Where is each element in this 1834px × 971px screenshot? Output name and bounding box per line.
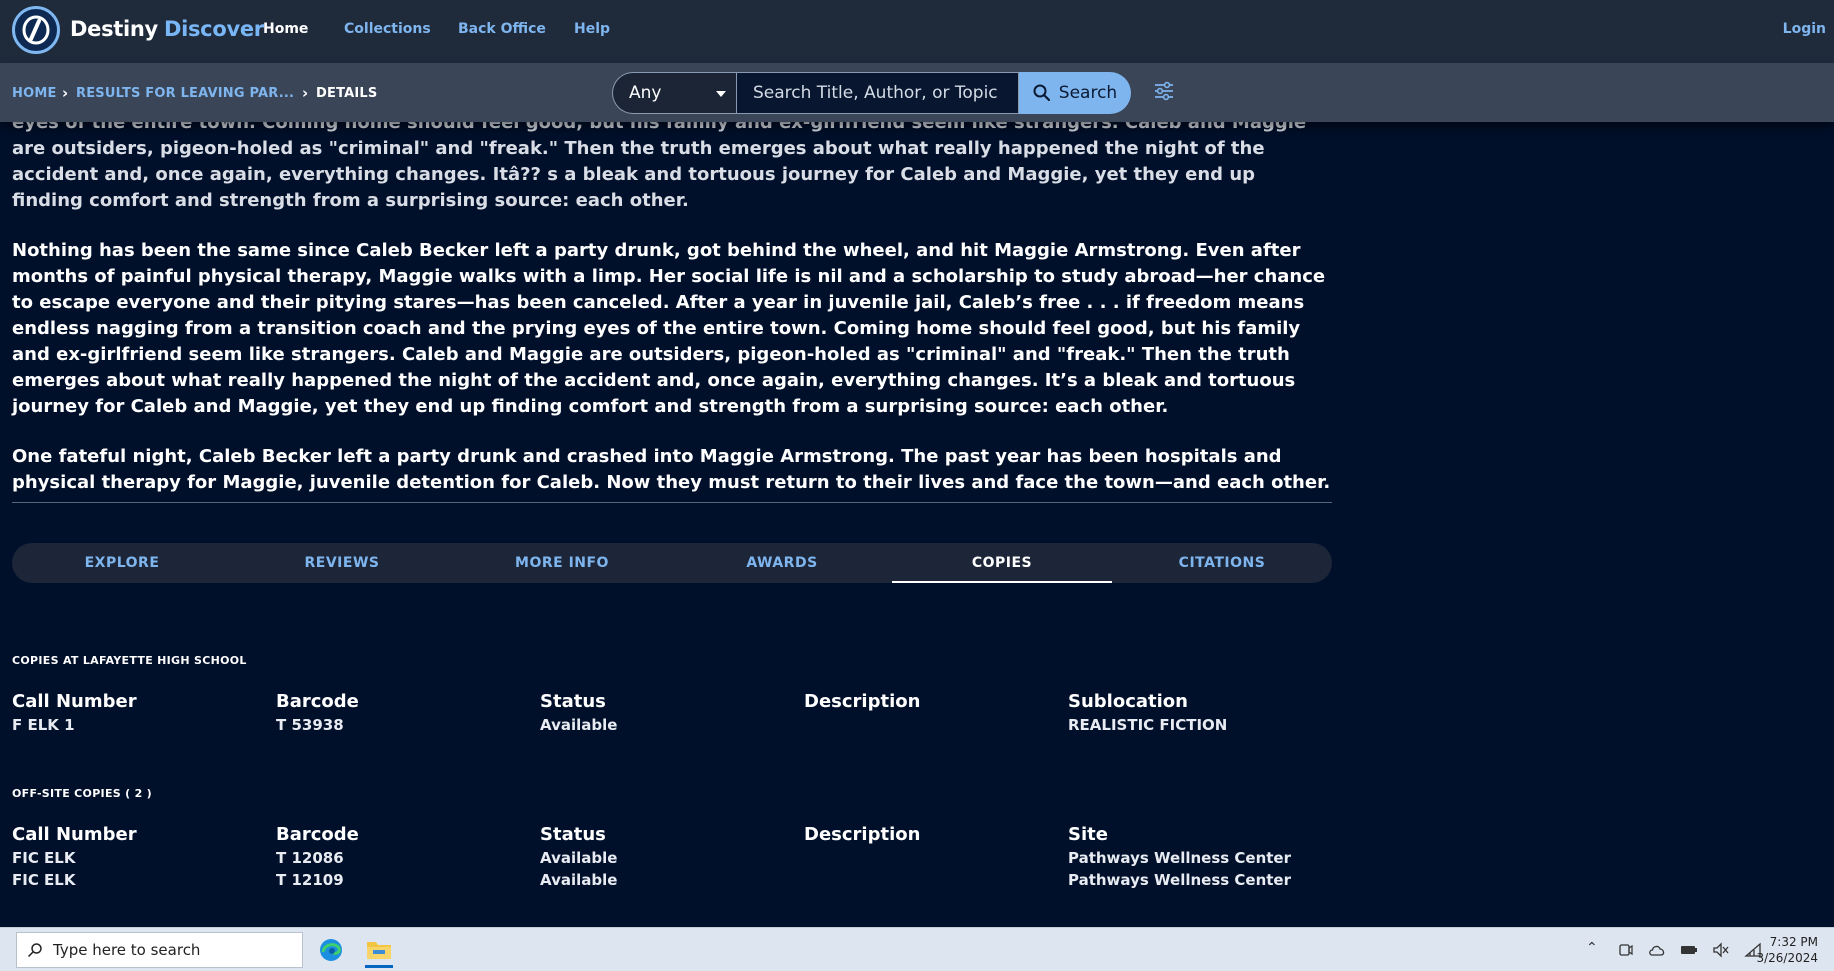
site-cell: Pathways Wellness Center	[1068, 871, 1292, 889]
tab-citations[interactable]: CITATIONS	[1112, 543, 1332, 583]
column-header: Description	[804, 824, 921, 845]
summary-section: eyes of the entire town. Coming home sho…	[12, 110, 1332, 520]
offsite-copies-heading: OFF-SITE COPIES ( 2 )	[12, 787, 152, 800]
tab-explore[interactable]: EXPLORE	[12, 543, 232, 583]
edge-browser-icon[interactable]	[311, 932, 351, 968]
summary-paragraph: Nothing has been the same since Caleb Be…	[12, 240, 1326, 417]
nav-help-link[interactable]: Help	[574, 21, 610, 37]
chevron-up-icon[interactable]: ⌃	[1586, 940, 1598, 956]
column-header: Description	[804, 691, 921, 712]
summary-paragraph: eyes of the entire town. Coming home sho…	[12, 112, 1307, 211]
system-clock[interactable]: 7:32 PM 3/26/2024	[1756, 934, 1818, 966]
search-icon	[27, 943, 42, 958]
call-number-cell: FIC ELK	[12, 871, 76, 889]
search-button-label: Search	[1058, 83, 1118, 103]
column-header: Call Number	[12, 691, 137, 712]
tab-reviews[interactable]: REVIEWS	[232, 543, 452, 583]
meet-now-icon[interactable]	[1618, 942, 1634, 958]
status-cell: Available	[540, 871, 618, 889]
section-divider	[12, 502, 1332, 503]
column-header: Status	[540, 691, 606, 712]
status-cell: Available	[540, 849, 618, 867]
login-link[interactable]: Login	[1783, 21, 1826, 37]
column-header: Sublocation	[1068, 691, 1188, 712]
battery-icon[interactable]	[1680, 942, 1698, 958]
breadcrumb-current: DETAILS	[316, 86, 378, 101]
nav-back-office-link[interactable]: Back Office	[458, 21, 546, 37]
search-bar: Any Search	[612, 72, 1131, 114]
column-header: Barcode	[276, 824, 359, 845]
breadcrumb-results[interactable]: RESULTS FOR LEAVING PAR...	[76, 86, 294, 101]
call-number-cell: F ELK 1	[12, 716, 75, 734]
summary-paragraph: One fateful night, Caleb Becker left a p…	[12, 446, 1331, 493]
clock-date: 3/26/2024	[1756, 951, 1818, 965]
barcode-cell: T 12086	[276, 849, 344, 867]
column-header: Barcode	[276, 691, 359, 712]
search-icon	[1033, 84, 1050, 102]
breadcrumb-search-bar: HOME › RESULTS FOR LEAVING PAR... › DETA…	[0, 63, 1834, 122]
chevron-right-icon: ›	[62, 84, 69, 102]
volume-muted-icon[interactable]	[1712, 942, 1730, 958]
tab-more-info[interactable]: MORE INFO	[452, 543, 672, 583]
tab-awards[interactable]: AWARDS	[672, 543, 892, 583]
brand-accent: Discover	[163, 17, 264, 41]
taskbar-search-box[interactable]: Type here to search	[16, 932, 303, 968]
site-cell: Pathways Wellness Center	[1068, 849, 1292, 867]
file-explorer-icon[interactable]	[359, 932, 399, 968]
column-header: Site	[1068, 824, 1108, 845]
barcode-cell: T 53938	[276, 716, 344, 734]
breadcrumb-home[interactable]: HOME	[12, 86, 57, 101]
chevron-right-icon: ›	[302, 84, 309, 102]
nav-collections-link[interactable]: Collections	[344, 21, 431, 37]
clock-time: 7:32 PM	[1769, 935, 1818, 949]
onedrive-icon[interactable]	[1648, 942, 1666, 958]
sublocation-cell: REALISTIC FICTION	[1068, 716, 1228, 734]
local-copies-heading: COPIES AT LAFAYETTE HIGH SCHOOL	[12, 654, 247, 667]
brand-title[interactable]: Destiny Discover	[70, 17, 264, 41]
status-cell: Available	[540, 716, 618, 734]
nav-home-link[interactable]: Home	[263, 21, 308, 37]
search-scope-select[interactable]: Any	[612, 72, 736, 114]
top-nav: Destiny Discover Home Collections Back Of…	[0, 0, 1834, 63]
windows-taskbar: Type here to search ⌃ 7:32 PM 3/26/2024	[0, 927, 1834, 971]
taskbar-search-placeholder: Type here to search	[53, 941, 201, 959]
call-number-cell: FIC ELK	[12, 849, 76, 867]
search-scope-value: Any	[629, 83, 662, 103]
brand-main: Destiny	[70, 17, 158, 41]
search-input[interactable]	[736, 72, 1019, 114]
advanced-filter-icon[interactable]	[1152, 79, 1176, 103]
caret-down-icon	[716, 91, 726, 97]
column-header: Call Number	[12, 824, 137, 845]
barcode-cell: T 12109	[276, 871, 344, 889]
destiny-logo-icon[interactable]	[12, 6, 60, 54]
details-tabs: EXPLORE REVIEWS MORE INFO AWARDS COPIES …	[12, 543, 1332, 583]
tab-copies[interactable]: COPIES	[892, 543, 1112, 583]
column-header: Status	[540, 824, 606, 845]
search-button[interactable]: Search	[1019, 72, 1131, 114]
